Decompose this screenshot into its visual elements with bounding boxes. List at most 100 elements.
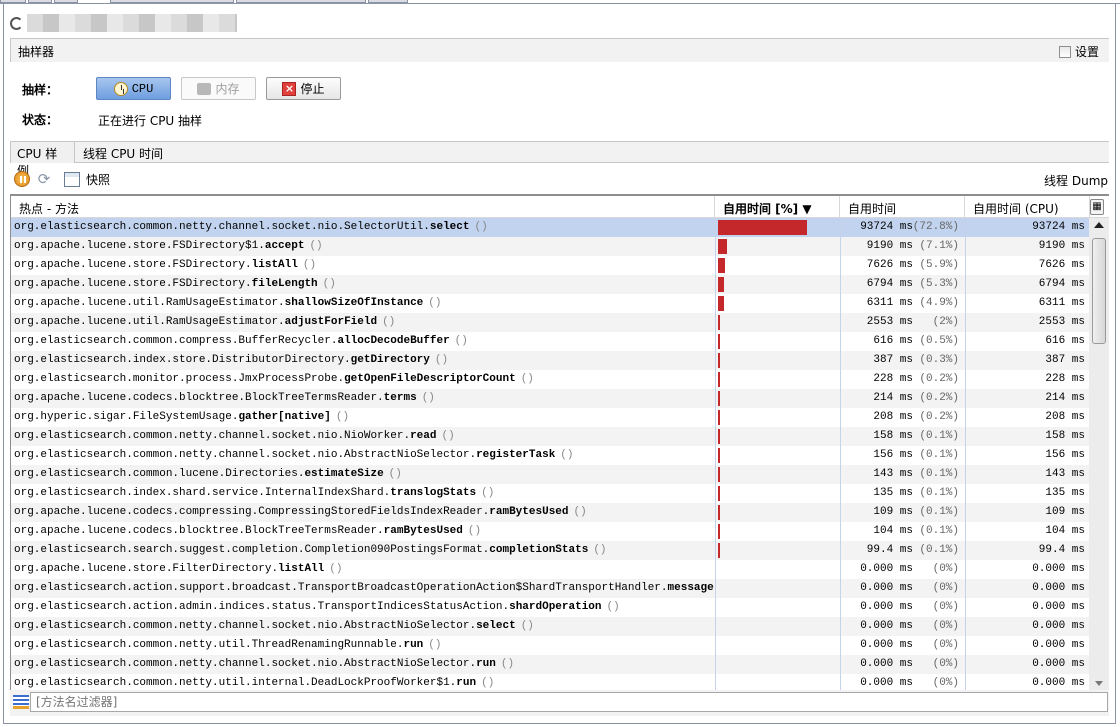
refresh-icon[interactable]: ⟳ (36, 171, 52, 187)
percent-bar-cell (715, 636, 839, 655)
percent-bar (718, 391, 720, 406)
self-time-percent: (5.9%) (919, 259, 959, 271)
tab-cpu-samples[interactable]: CPU 样例 (11, 142, 75, 178)
percent-bar-cell (715, 484, 839, 503)
memory-button[interactable]: 内存 (181, 77, 256, 100)
table-row[interactable]: org.apache.lucene.util.RamUsageEstimator… (11, 313, 1090, 332)
table-body: org.elasticsearch.common.netty.channel.s… (11, 218, 1090, 690)
table-row[interactable]: org.elasticsearch.index.shard.service.In… (11, 484, 1090, 503)
cpu-time-cell: 0.000 ms (965, 636, 1089, 655)
table-row[interactable]: org.elasticsearch.common.netty.channel.s… (11, 427, 1090, 446)
settings-toggle[interactable]: 设置 (1058, 43, 1099, 60)
cpu-time-cell: 99.4 ms (965, 541, 1089, 560)
table-row[interactable]: org.elasticsearch.action.support.broadca… (11, 579, 1090, 598)
view-tabs: CPU 样例 线程 CPU 时间 (10, 141, 1109, 178)
method-name: shallowSizeOfInstance (284, 297, 424, 309)
table-row[interactable]: org.elasticsearch.action.admin.indices.s… (11, 598, 1090, 617)
method-name: allocDecodeBuffer (337, 335, 450, 347)
method-cell: org.apache.lucene.codecs.blocktree.Block… (14, 522, 714, 541)
cpu-time-cell: 158 ms (965, 427, 1089, 446)
method-parens: () (329, 563, 343, 575)
cpu-time-value: 156 ms (1045, 449, 1085, 461)
cpu-button[interactable]: CPU (96, 77, 171, 100)
self-time-value: 6311 ms (866, 297, 913, 309)
method-name: estimateSize (304, 468, 384, 480)
table-row[interactable]: org.elasticsearch.common.netty.channel.s… (11, 446, 1090, 465)
cpu-time-cell: 9190 ms (965, 237, 1089, 256)
table-row[interactable]: org.apache.lucene.codecs.blocktree.Block… (11, 522, 1090, 541)
self-time-value: 104 ms (873, 525, 913, 537)
table-row[interactable]: org.elasticsearch.index.store.Distributo… (11, 351, 1090, 370)
percent-bar-cell (715, 560, 839, 579)
method-parens: () (474, 221, 488, 233)
table-row[interactable]: org.elasticsearch.search.suggest.complet… (11, 541, 1090, 560)
table-row[interactable]: org.apache.lucene.util.RamUsageEstimator… (11, 294, 1090, 313)
table-row[interactable]: org.apache.lucene.codecs.compressing.Com… (11, 503, 1090, 522)
method-cell: org.elasticsearch.common.netty.channel.s… (14, 218, 714, 237)
table-row[interactable]: org.elasticsearch.monitor.process.JmxPro… (11, 370, 1090, 389)
table-row[interactable]: org.hyperic.sigar.FileSystemUsage.gather… (11, 408, 1090, 427)
method-name: messageReceived (667, 582, 714, 594)
table-header: 热点 - 方法 自用时间 [%] ▼ 自用时间 自用时间 (CPU) ▦ (11, 196, 1109, 218)
method-filter-input[interactable] (30, 692, 1108, 712)
pause-icon[interactable] (14, 171, 30, 187)
column-header-self-time-cpu[interactable]: 自用时间 (CPU) (965, 196, 1090, 218)
self-time-value: 228 ms (873, 373, 913, 385)
method-package: org.elasticsearch.action.admin.indices.s… (14, 601, 510, 613)
method-package: org.elasticsearch.common.lucene.Director… (14, 468, 305, 480)
settings-checkbox[interactable] (1058, 45, 1071, 58)
scroll-up-arrow-icon[interactable] (1094, 222, 1104, 228)
method-package: org.apache.lucene.store.FSDirectory. (14, 278, 252, 290)
table-row[interactable]: org.elasticsearch.common.lucene.Director… (11, 465, 1090, 484)
percent-bar (718, 410, 720, 425)
cpu-time-cell: 0.000 ms (965, 674, 1089, 690)
snapshot-icon[interactable] (64, 171, 80, 187)
table-row[interactable]: org.apache.lucene.codecs.blocktree.Block… (11, 389, 1090, 408)
table-row[interactable]: org.elasticsearch.common.netty.util.Thre… (11, 636, 1090, 655)
cpu-time-cell: 104 ms (965, 522, 1089, 541)
method-parens: () (481, 487, 495, 499)
column-header-method[interactable]: 热点 - 方法 (11, 196, 715, 218)
method-cell: org.elasticsearch.common.lucene.Director… (14, 465, 714, 484)
filter-icon[interactable] (13, 695, 29, 709)
method-package: org.elasticsearch.search.suggest.complet… (14, 544, 490, 556)
table-row[interactable]: org.apache.lucene.store.FSDirectory.list… (11, 256, 1090, 275)
self-time-percent: (0.2%) (919, 411, 959, 423)
table-row[interactable]: org.apache.lucene.store.FSDirectory$1.ac… (11, 237, 1090, 256)
method-package: org.elasticsearch.common.netty.channel.s… (14, 620, 477, 632)
percent-bar (718, 239, 727, 254)
scroll-down-arrow-icon[interactable] (1095, 681, 1103, 686)
table-row[interactable]: org.apache.lucene.store.FSDirectory.file… (11, 275, 1090, 294)
table-row[interactable]: org.apache.lucene.store.FilterDirectory.… (11, 560, 1090, 579)
snapshot-button[interactable]: 快照 (86, 171, 110, 188)
percent-bar (718, 315, 721, 330)
thread-dump-button[interactable]: 线程 Dump (1044, 172, 1108, 189)
scroll-thumb[interactable] (1092, 238, 1106, 344)
tab-thread-cpu-time[interactable]: 线程 CPU 时间 (77, 142, 169, 163)
method-parens: () (573, 506, 587, 518)
percent-bar (718, 296, 724, 311)
self-time-value: 0.000 ms (860, 601, 913, 613)
table-row[interactable]: org.elasticsearch.common.netty.channel.s… (11, 617, 1090, 636)
stop-button[interactable]: × 停止 (266, 77, 341, 100)
cpu-time-cell: 214 ms (965, 389, 1089, 408)
column-header-self-time-percent[interactable]: 自用时间 [%] ▼ (715, 196, 840, 218)
table-row[interactable]: org.elasticsearch.common.netty.util.inte… (11, 674, 1090, 690)
method-name: completionStats (489, 544, 589, 556)
percent-bar (718, 429, 720, 444)
table-row[interactable]: org.elasticsearch.common.netty.channel.s… (11, 655, 1090, 674)
table-row[interactable]: org.elasticsearch.common.netty.channel.s… (11, 218, 1090, 237)
method-cell: org.elasticsearch.common.netty.channel.s… (14, 617, 714, 636)
percent-bar-cell (715, 408, 839, 427)
method-parens: () (500, 658, 515, 670)
column-header-self-time[interactable]: 自用时间 (840, 196, 965, 218)
cpu-time-value: 0.000 ms (1032, 620, 1085, 632)
method-parens: () (309, 240, 323, 252)
table-row[interactable]: org.elasticsearch.common.compress.Buffer… (11, 332, 1090, 351)
status-label: 状态： (22, 113, 59, 127)
method-package: org.apache.lucene.util.RamUsageEstimator… (14, 316, 285, 328)
cpu-time-value: 2553 ms (1038, 316, 1085, 328)
column-chooser-icon[interactable]: ▦ (1090, 199, 1104, 215)
method-parens: () (467, 525, 482, 537)
vertical-scrollbar[interactable] (1089, 218, 1109, 690)
